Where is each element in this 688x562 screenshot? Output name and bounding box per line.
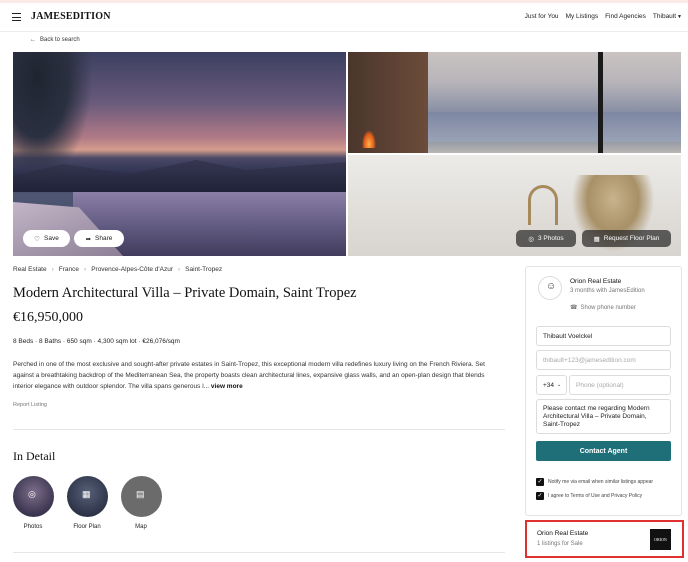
detail-photos-thumb[interactable]: ◎ bbox=[13, 476, 54, 517]
email-field[interactable]: thibault+123@jamesedition.com bbox=[536, 350, 671, 370]
in-detail-heading: In Detail bbox=[13, 449, 56, 463]
listing-facts: 8 Beds · 8 Baths · 650 sqm · 4,300 sqm l… bbox=[13, 338, 180, 345]
camera-icon: ◎ bbox=[528, 235, 534, 243]
secondary-photo-top[interactable] bbox=[348, 52, 681, 153]
name-field[interactable]: Thibault Voelckel bbox=[536, 326, 671, 346]
chevron-down-icon: ⌄ bbox=[557, 382, 562, 388]
nav-user-menu[interactable]: Thibault▼ bbox=[653, 13, 682, 20]
map-icon: ▤ bbox=[136, 489, 145, 499]
back-label: Back to search bbox=[40, 37, 80, 43]
camera-icon: ◎ bbox=[28, 489, 36, 499]
view-more-link[interactable]: view more bbox=[211, 383, 243, 390]
breadcrumb-separator: › bbox=[84, 266, 87, 273]
listing-title: Modern Architectural Villa – Private Dom… bbox=[13, 285, 357, 301]
arrow-left-icon: ← bbox=[30, 37, 36, 43]
breadcrumb-separator: › bbox=[178, 266, 181, 273]
request-floor-plan-button[interactable]: ▦ Request Floor Plan bbox=[582, 230, 671, 247]
checkbox-checked-icon[interactable]: ✓ bbox=[536, 492, 544, 500]
chevron-down-icon: ▼ bbox=[677, 14, 682, 20]
detail-map-label: Map bbox=[135, 524, 147, 530]
main-photo[interactable] bbox=[13, 52, 346, 256]
nav-just-for-you[interactable]: Just for You bbox=[525, 13, 559, 20]
agent-avatar[interactable]: ☺ bbox=[538, 276, 562, 300]
detail-photos-label: Photos bbox=[23, 524, 43, 530]
section-divider bbox=[13, 429, 505, 430]
detail-floor-plan-thumb[interactable]: ▦ bbox=[67, 476, 108, 517]
agency-logo[interactable]: ORION bbox=[650, 529, 671, 550]
nav-my-listings[interactable]: My Listings bbox=[566, 13, 599, 20]
photos-count-button[interactable]: ◎ 3 Photos bbox=[516, 230, 576, 247]
message-textarea[interactable]: Please contact me regarding Modern Archi… bbox=[536, 399, 671, 434]
top-nav: Just for You My Listings Find Agencies T… bbox=[525, 13, 682, 20]
breadcrumb-region[interactable]: Provence-Alpes-Côte d'Azur bbox=[91, 266, 173, 273]
phone-field[interactable]: Phone (optional) bbox=[569, 375, 671, 395]
share-label: Share bbox=[95, 235, 113, 242]
agent-name[interactable]: Orion Real Estate bbox=[570, 278, 621, 285]
contact-agent-button[interactable]: Contact Agent bbox=[536, 441, 671, 461]
show-phone-label: Show phone number bbox=[580, 304, 636, 311]
notify-checkbox-row[interactable]: ✓ Notify me via email when similar listi… bbox=[536, 478, 653, 486]
menu-icon[interactable] bbox=[12, 13, 21, 21]
breadcrumb: Real Estate › France › Provence-Alpes-Cô… bbox=[13, 266, 222, 273]
terms-label: I agree to Terms of Use and Privacy Poli… bbox=[548, 493, 643, 499]
save-label: Save bbox=[44, 235, 59, 242]
share-button[interactable]: ➦ Share bbox=[74, 230, 124, 247]
breadcrumb-city[interactable]: Saint-Tropez bbox=[185, 266, 222, 273]
back-to-search-link[interactable]: ← Back to search bbox=[30, 37, 80, 43]
photo-fire bbox=[362, 130, 376, 148]
heart-icon: ♡ bbox=[34, 235, 40, 243]
photo-faucet bbox=[528, 185, 558, 225]
notify-label: Notify me via email when similar listing… bbox=[548, 479, 654, 485]
photo-fireplace-wall bbox=[348, 52, 428, 153]
detail-map-thumb[interactable]: ▤ bbox=[121, 476, 162, 517]
phone-icon: ☎ bbox=[570, 305, 578, 311]
section-divider bbox=[13, 552, 505, 553]
agency-card[interactable]: Orion Real Estate 1 listings for Sale OR… bbox=[525, 520, 684, 558]
photo-sea bbox=[428, 112, 681, 142]
agency-name[interactable]: Orion Real Estate bbox=[537, 530, 588, 537]
country-code-value: +34 bbox=[543, 381, 555, 389]
terms-checkbox-row[interactable]: ✓ I agree to Terms of Use and Privacy Po… bbox=[536, 492, 642, 500]
site-logo[interactable]: JAMESEDITION bbox=[31, 11, 111, 22]
listing-description: Perched in one of the most exclusive and… bbox=[13, 359, 503, 392]
listing-price: €16,950,000 bbox=[13, 310, 83, 325]
photo-window-post bbox=[598, 52, 603, 153]
user-name: Thibault bbox=[652, 13, 677, 20]
site-header: JAMESEDITION Just for You My Listings Fi… bbox=[0, 3, 688, 32]
checkbox-checked-icon[interactable]: ✓ bbox=[536, 478, 544, 486]
nav-find-agencies[interactable]: Find Agencies bbox=[605, 13, 646, 20]
save-button[interactable]: ♡ Save bbox=[23, 230, 70, 247]
report-listing-link[interactable]: Report Listing bbox=[13, 402, 47, 408]
breadcrumb-separator: › bbox=[51, 266, 54, 273]
breadcrumb-real-estate[interactable]: Real Estate bbox=[13, 266, 47, 273]
photos-label: 3 Photos bbox=[538, 235, 564, 242]
floor-plan-label: Request Floor Plan bbox=[603, 235, 660, 242]
floor-plan-icon: ▦ bbox=[593, 235, 600, 243]
photo-palms bbox=[13, 52, 93, 182]
breadcrumb-france[interactable]: France bbox=[59, 266, 79, 273]
description-text: Perched in one of the most exclusive and… bbox=[13, 361, 485, 390]
show-phone-button[interactable]: ☎ Show phone number bbox=[570, 304, 636, 312]
country-code-select[interactable]: +34 ⌄ bbox=[536, 375, 567, 395]
detail-floor-plan-label: Floor Plan bbox=[73, 524, 101, 530]
share-icon: ➦ bbox=[85, 235, 92, 243]
agent-tenure: 3 months with JamesEdition bbox=[570, 288, 645, 294]
user-icon: ☺ bbox=[546, 281, 557, 292]
agency-listings-count: 1 listings for Sale bbox=[537, 541, 583, 547]
floor-plan-icon: ▦ bbox=[82, 489, 91, 499]
